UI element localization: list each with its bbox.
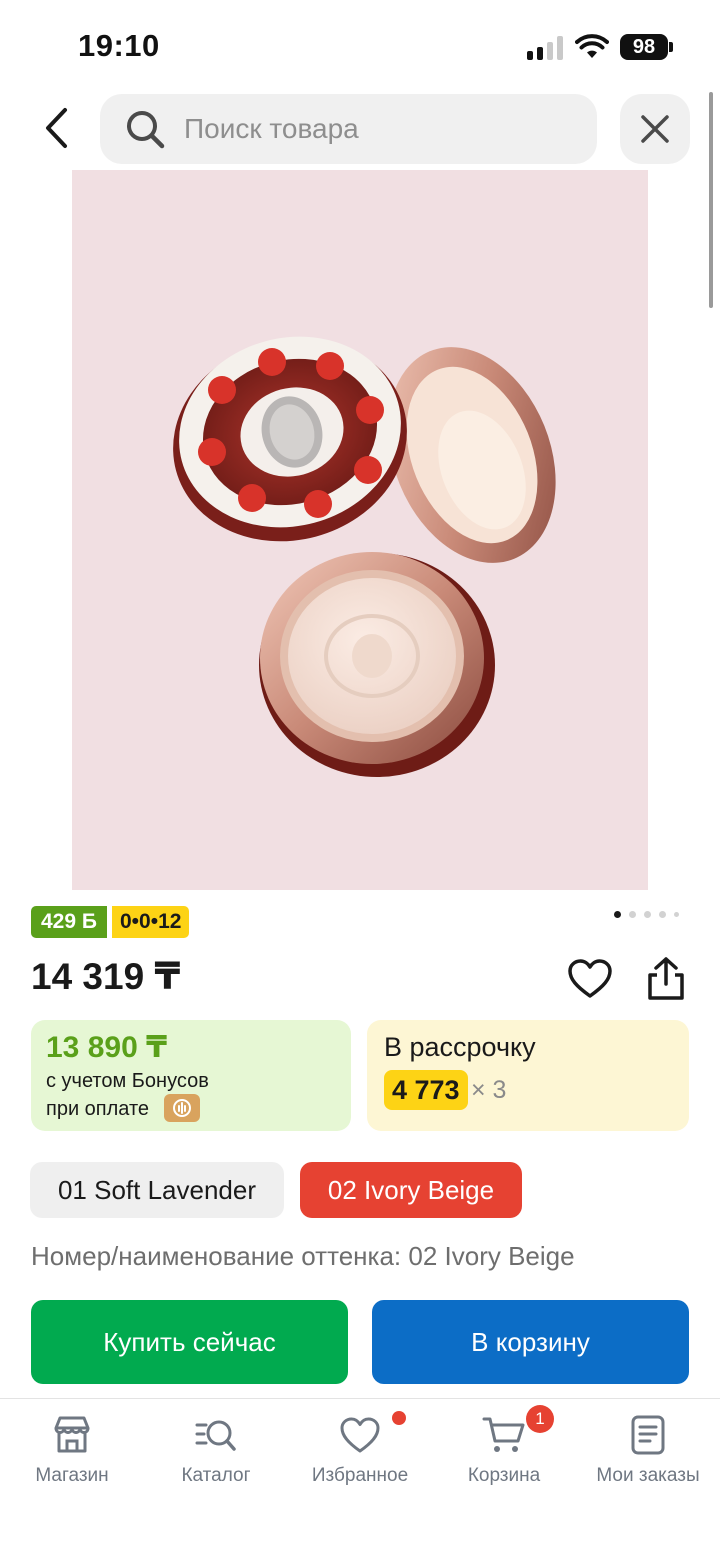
close-icon (641, 115, 669, 143)
variant-chip-ivory-beige[interactable]: 02 Ivory Beige (300, 1162, 522, 1218)
orders-icon (631, 1415, 665, 1455)
bonus-price: 13 890 ₸ (46, 1031, 167, 1064)
add-to-cart-button[interactable]: В корзину (372, 1300, 689, 1384)
store-icon (54, 1416, 90, 1453)
tab-label: Мои заказы (596, 1465, 700, 1486)
share-button[interactable] (642, 955, 690, 1003)
tab-catalog[interactable]: Каталог (144, 1399, 288, 1509)
variant-chip-soft-lavender[interactable]: 01 Soft Lavender (30, 1162, 284, 1218)
search-input[interactable] (184, 94, 584, 164)
tab-label: Магазин (35, 1465, 109, 1486)
tab-my-orders[interactable]: Мои заказы (576, 1399, 720, 1509)
heart-icon (568, 959, 612, 998)
installment-multiplier: × 3 (471, 1076, 507, 1104)
product-image[interactable] (72, 170, 648, 890)
compact-powder-illustration (173, 336, 556, 777)
battery-icon: 98 (620, 34, 668, 60)
payment-method-icon (164, 1094, 200, 1122)
installment-title: В рассрочку (384, 1032, 536, 1062)
status-time: 19:10 (78, 28, 160, 63)
bonus-price-card[interactable]: 13 890 ₸ с учетом Бонусов при оплате (31, 1020, 351, 1131)
installment-amount: 4 773 (384, 1070, 468, 1110)
close-button[interactable] (620, 94, 690, 164)
tab-cart[interactable]: 1 Корзина (432, 1399, 576, 1509)
tab-label: Избранное (311, 1465, 409, 1486)
search-box[interactable] (100, 94, 597, 164)
tab-label: Корзина (467, 1465, 541, 1486)
shade-name-label: Номер/наименование оттенка: 02 Ivory Bei… (31, 1241, 575, 1271)
bottom-tab-bar: Магазин Каталог Избранное 1 Корзина Мои … (0, 1398, 720, 1558)
cellular-signal-icon (527, 36, 563, 60)
heart-icon (340, 1417, 380, 1453)
tab-store[interactable]: Магазин (0, 1399, 144, 1509)
cart-count-badge: 1 (526, 1405, 554, 1433)
favorite-button[interactable] (566, 955, 614, 1003)
catalog-search-icon (195, 1420, 236, 1451)
tab-favorites[interactable]: Избранное (288, 1399, 432, 1509)
scrollbar[interactable] (709, 92, 713, 308)
buy-now-button[interactable]: Купить сейчас (31, 1300, 348, 1384)
back-button[interactable] (30, 100, 82, 156)
share-icon (648, 957, 684, 1000)
tab-label: Каталог (181, 1465, 251, 1486)
product-price: 14 319 ₸ (31, 956, 181, 997)
chevron-left-icon (46, 108, 67, 148)
bonus-caption: с учетом Бонусов (46, 1070, 209, 1092)
battery-nub (669, 42, 673, 52)
installment-badge: 0•0•12 (112, 906, 190, 938)
search-icon (127, 111, 165, 149)
status-bar: 19:10 98 (0, 0, 720, 90)
cart-icon (482, 1417, 525, 1452)
bonus-badge: 429 Б (31, 906, 107, 938)
installment-card[interactable]: В рассрочку 4 773 × 3 (367, 1020, 689, 1131)
wifi-icon (575, 34, 609, 58)
gallery-dots[interactable] (612, 910, 682, 922)
bonus-payment-caption: при оплате (46, 1098, 150, 1120)
favorites-notification-dot (392, 1411, 406, 1425)
